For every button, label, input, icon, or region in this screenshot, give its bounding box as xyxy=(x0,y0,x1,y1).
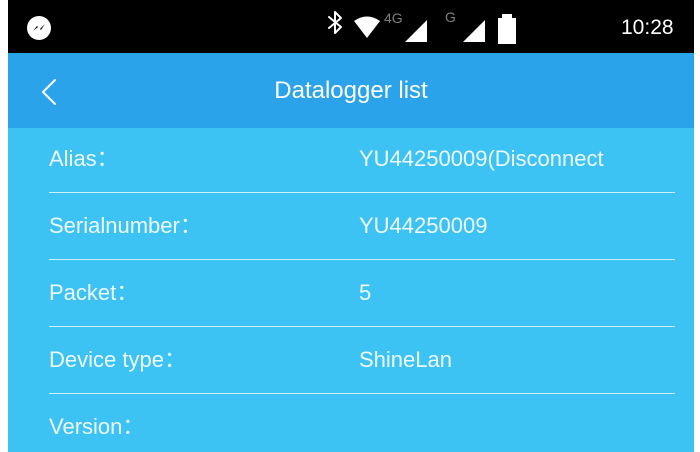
detail-value: ShineLan xyxy=(359,347,452,372)
detail-row-serialnumber: Serialnumber： YU44250009 xyxy=(49,195,675,260)
page-title: Datalogger list xyxy=(274,77,428,104)
battery-icon xyxy=(498,14,516,44)
signal-icon xyxy=(405,20,427,42)
signal-icon-2 xyxy=(463,20,485,42)
wifi-icon xyxy=(354,16,380,38)
detail-row-version: Version： xyxy=(49,396,675,452)
detail-label: Packet： xyxy=(49,280,139,305)
detail-row-alias: Alias： YU44250009(Disconnect xyxy=(49,128,675,193)
app-header: Datalogger list xyxy=(8,53,694,128)
bluetooth-icon xyxy=(328,11,342,34)
network-label: 4G xyxy=(384,10,403,26)
sim2-label: G xyxy=(445,9,456,25)
detail-label: Device type： xyxy=(49,347,186,372)
detail-value: YU44250009 xyxy=(359,213,488,238)
datalogger-details: Alias： YU44250009(Disconnect Serialnumbe… xyxy=(8,128,694,452)
detail-label: Version： xyxy=(49,414,145,439)
detail-row-packet: Packet： 5 xyxy=(49,262,675,327)
detail-label: Alias： xyxy=(49,146,119,171)
left-edge xyxy=(0,0,8,452)
app-screen: 4G G 10:28 Datalogger list Alias： YU4425… xyxy=(0,0,700,452)
detail-label: Serialnumber： xyxy=(49,213,202,238)
right-edge xyxy=(694,0,700,452)
detail-value: YU44250009(Disconnect xyxy=(359,146,604,171)
detail-row-device-type: Device type： ShineLan xyxy=(49,329,675,394)
detail-value: 5 xyxy=(359,280,372,305)
status-bar: 4G G 10:28 xyxy=(8,0,694,53)
clock-time: 10:28 xyxy=(621,16,674,39)
